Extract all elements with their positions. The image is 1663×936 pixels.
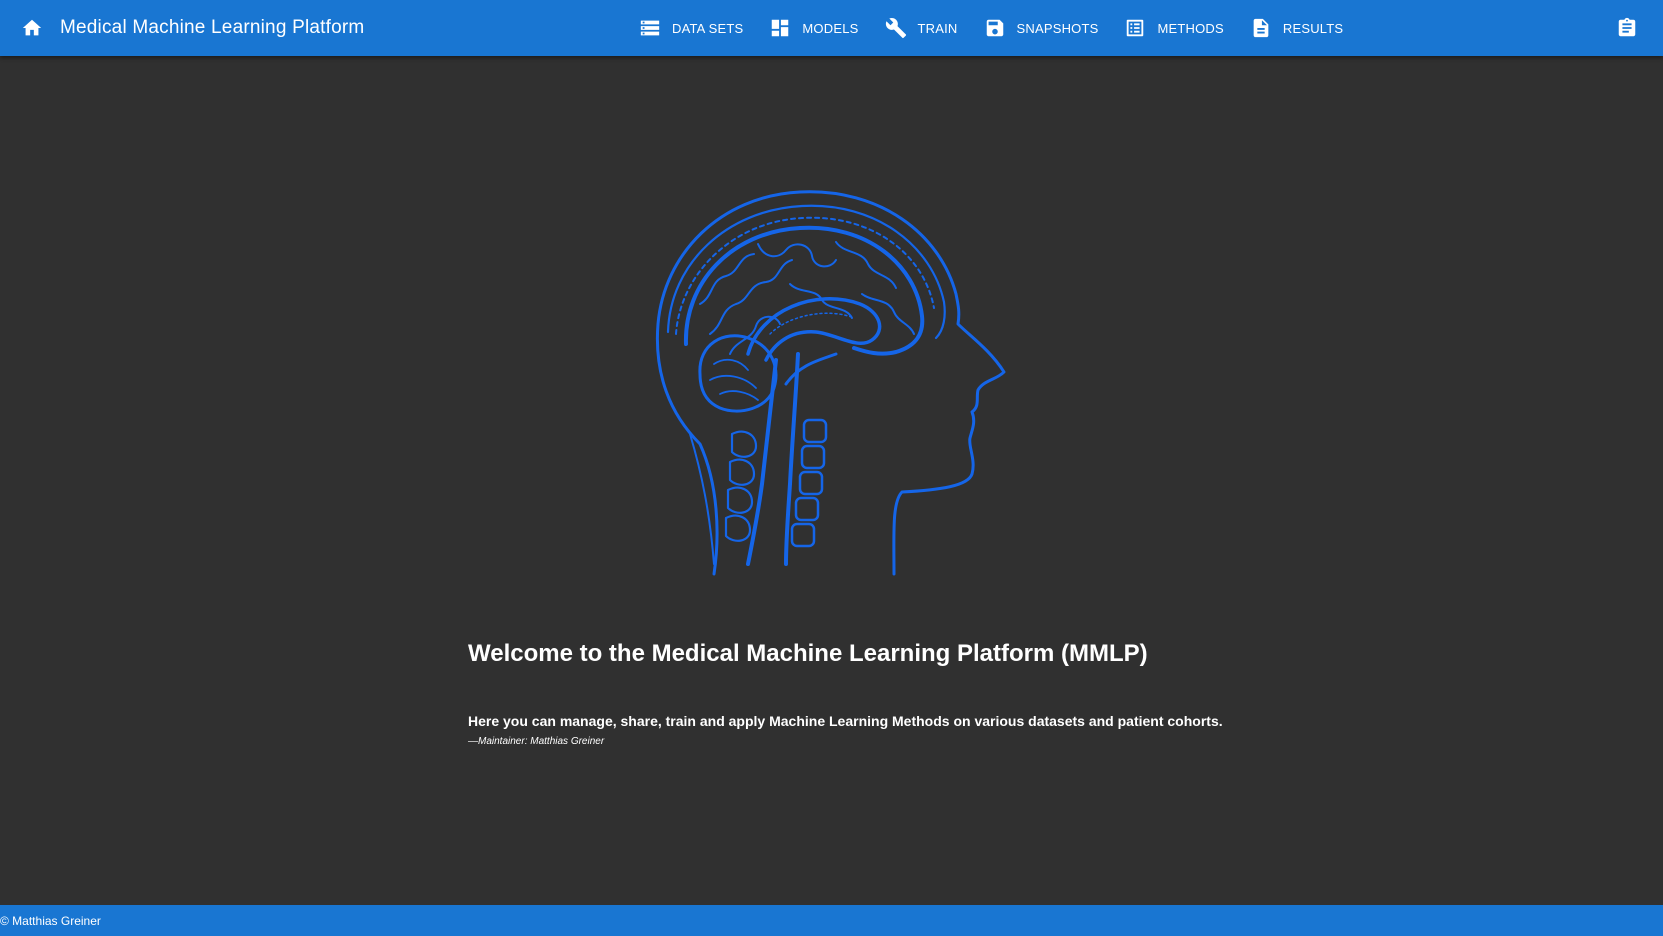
list-alt-icon	[1123, 16, 1147, 40]
app-title[interactable]: Medical Machine Learning Platform	[60, 17, 364, 39]
home-icon	[22, 19, 42, 36]
clipboard-button[interactable]	[1607, 8, 1647, 48]
nav-models-label: MODELS	[802, 20, 859, 36]
nav-snapshots-label: SNAPSHOTS	[1016, 20, 1099, 36]
nav-train-label: TRAIN	[917, 20, 958, 36]
wrench-icon	[884, 16, 908, 40]
intro-quote: Here you can manage, share, train and ap…	[468, 713, 1223, 729]
footer-copyright: © Matthias Greiner	[0, 913, 101, 928]
clipboard-icon	[1618, 17, 1636, 37]
dashboard-icon	[768, 16, 792, 40]
footer: © Matthias Greiner	[0, 905, 1663, 936]
top-toolbar: Medical Machine Learning Platform DATA S…	[0, 0, 1663, 56]
maintainer-caption: —Maintainer: Matthias Greiner	[468, 736, 605, 747]
description-icon	[1249, 16, 1273, 40]
nav-results-label: RESULTS	[1282, 20, 1344, 36]
nav-models[interactable]: MODELS	[760, 8, 869, 48]
brain-head-illustration	[640, 184, 1020, 594]
nav-methods[interactable]: METHODS	[1115, 8, 1234, 48]
nav-data-sets[interactable]: DATA SETS	[630, 8, 754, 48]
home-button[interactable]	[12, 8, 52, 48]
welcome-heading: Welcome to the Medical Machine Learning …	[468, 640, 1148, 667]
nav-data-sets-label: DATA SETS	[672, 20, 744, 36]
save-icon	[983, 16, 1007, 40]
nav-train[interactable]: TRAIN	[876, 8, 969, 48]
storage-icon	[638, 16, 662, 40]
nav-snapshots[interactable]: SNAPSHOTS	[975, 8, 1110, 48]
nav-results[interactable]: RESULTS	[1241, 8, 1354, 48]
app-root: Medical Machine Learning Platform DATA S…	[0, 0, 1663, 936]
nav-methods-label: METHODS	[1157, 20, 1224, 36]
main-nav: DATA SETS MODELS TRAIN SNAPSHOTS METHODS…	[630, 0, 1360, 56]
